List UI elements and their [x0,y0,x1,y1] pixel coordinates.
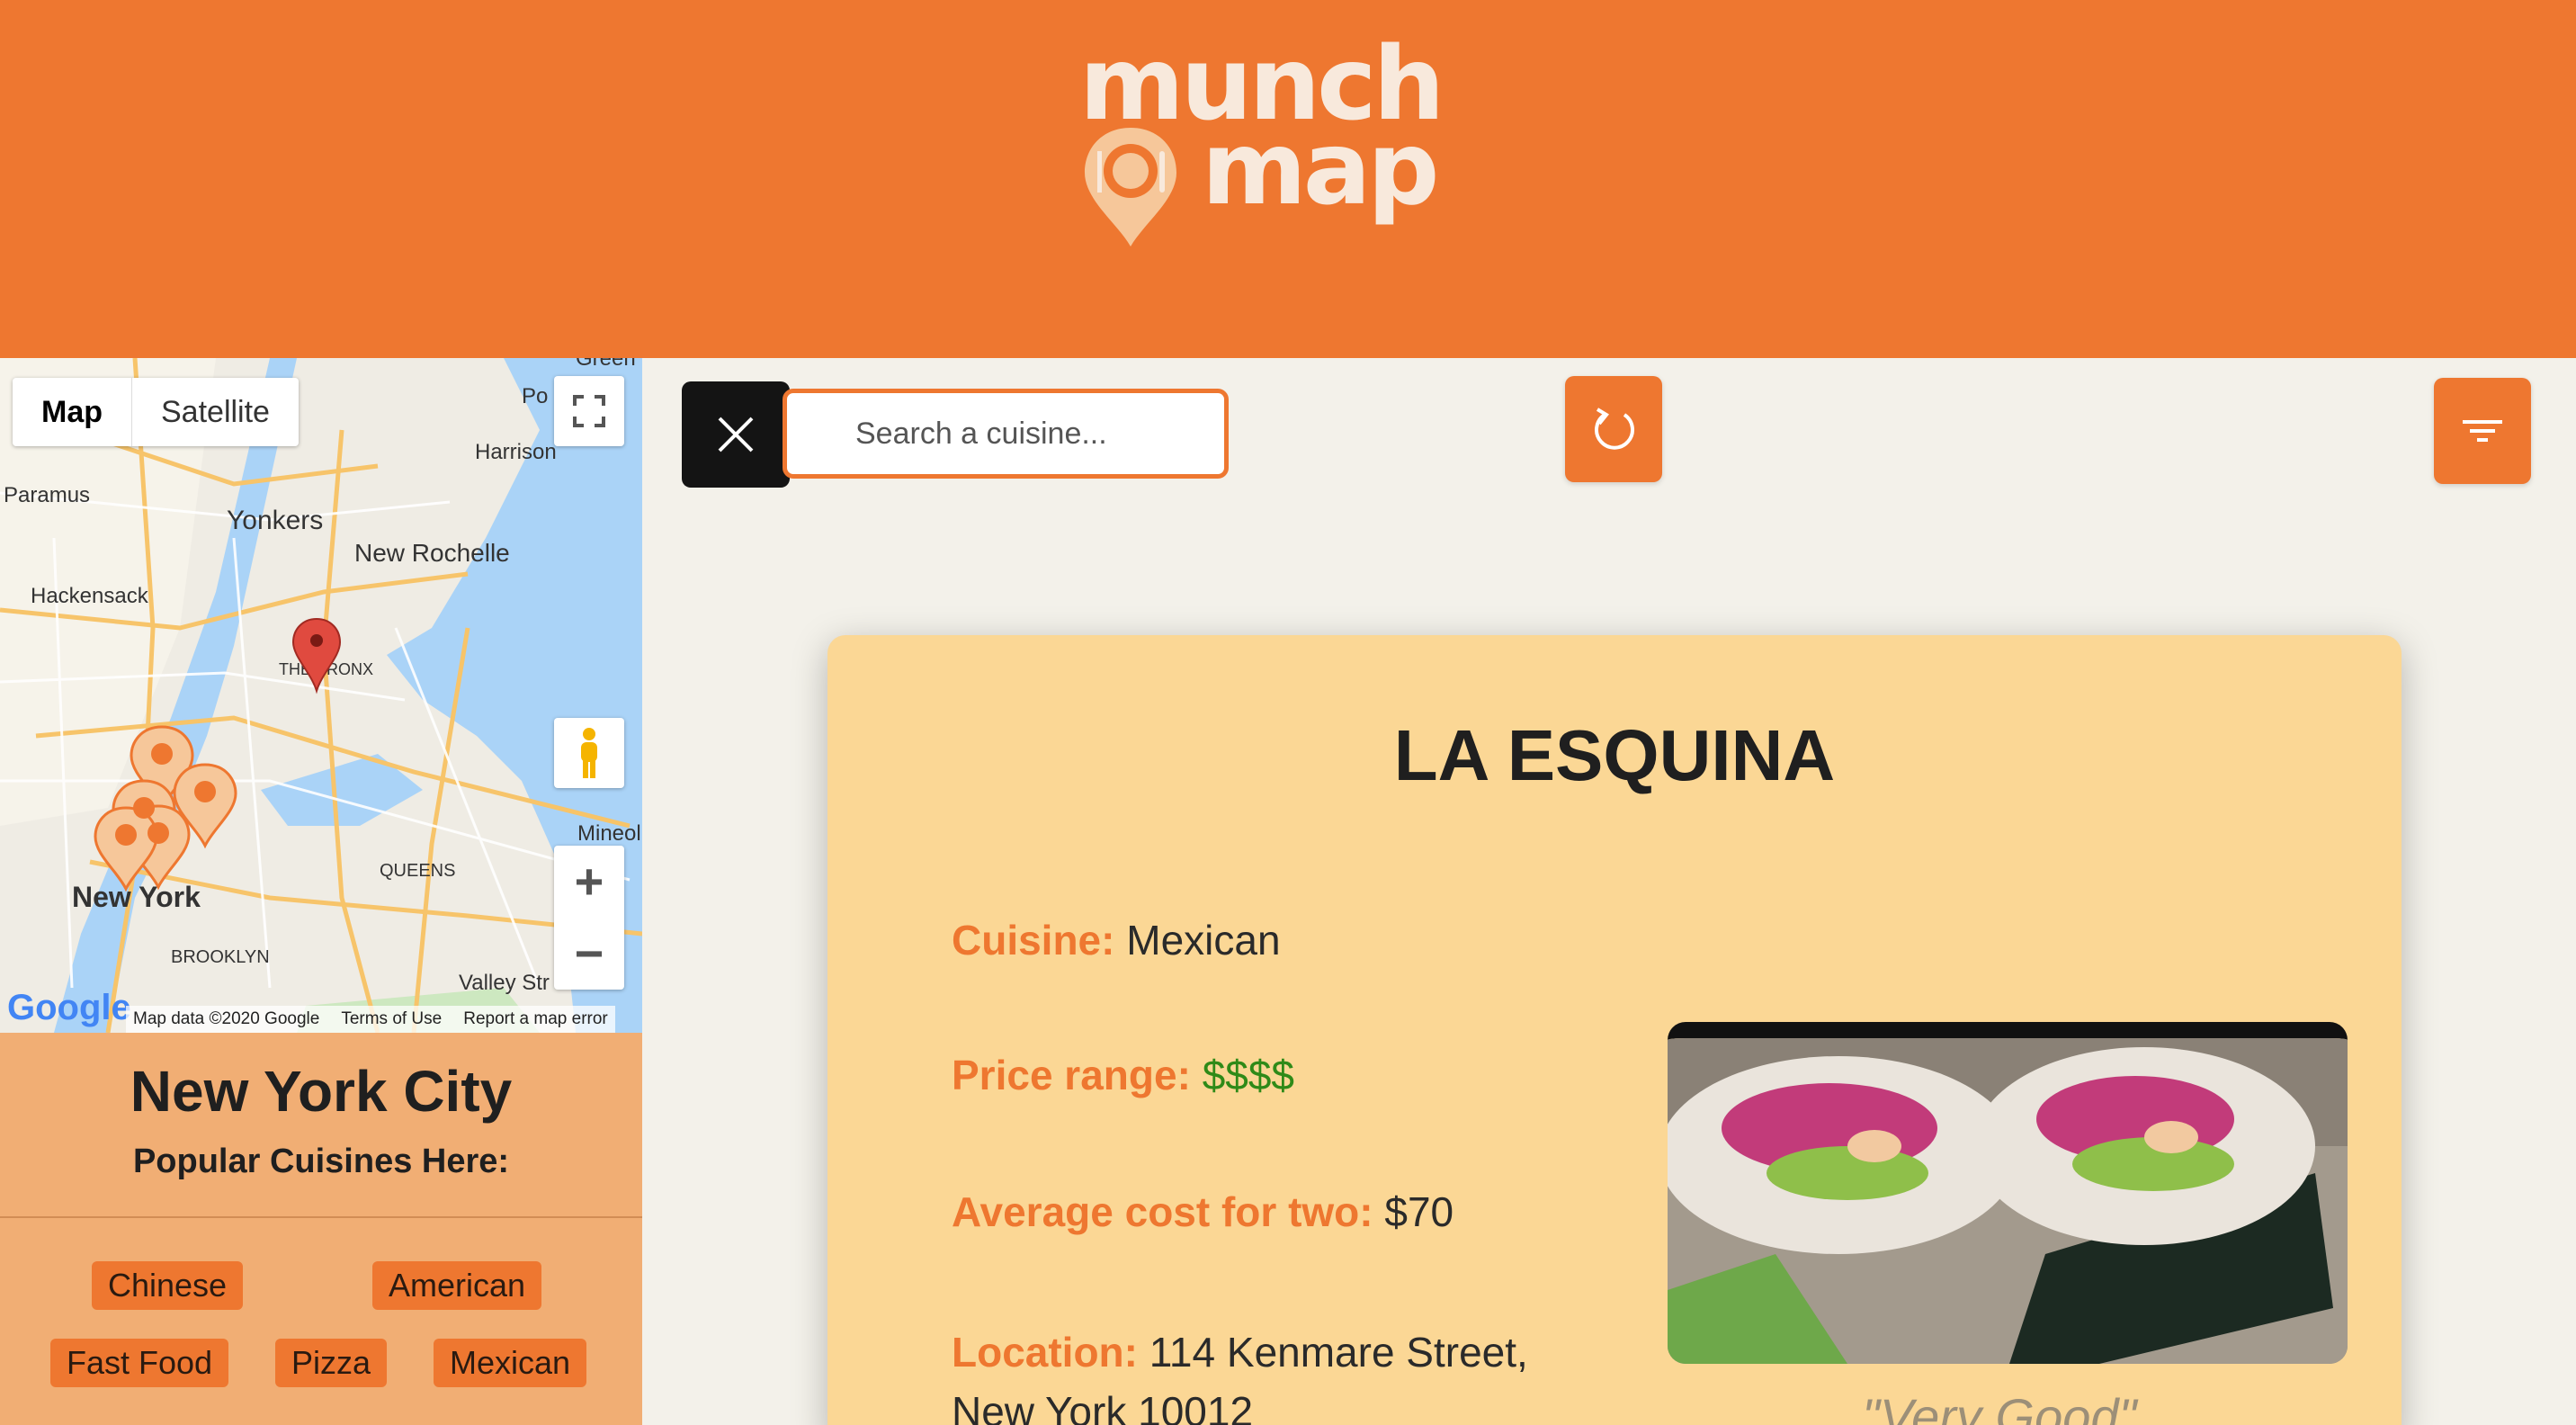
map-attribution: Map data ©2020 Google Terms of Use Repor… [126,1006,615,1033]
cuisine-label: Cuisine: [952,917,1115,963]
pegman-icon [581,728,597,778]
close-button[interactable] [682,381,790,488]
close-icon [718,417,754,453]
filter-button[interactable] [2434,378,2531,484]
map-data-credit: Map data ©2020 Google [133,1009,320,1028]
terms-of-use-link[interactable]: Terms of Use [341,1009,442,1029]
sidebar: Yonkers New Rochelle Paramus Hackensack … [0,358,642,1425]
zoom-out-button[interactable]: − [575,918,604,990]
map-label-harrison: Harrison [475,440,557,464]
map-label-yonkers: Yonkers [227,506,323,535]
average-cost-field: Average cost for two: $70 [952,1188,1453,1236]
location-label: Location: [952,1329,1138,1376]
price-range-label: Price range: [952,1052,1191,1098]
map-label-port: Po [522,384,548,408]
tacos-photo [1668,1038,2348,1364]
map-label-queens: QUEENS [380,861,455,881]
map-label-new-rochelle: New Rochelle [354,539,510,567]
cuisine-tag-chinese[interactable]: Chinese [92,1261,244,1310]
google-map[interactable]: Yonkers New Rochelle Paramus Hackensack … [0,358,642,1033]
refresh-icon [1595,408,1634,450]
restaurant-card: LA ESQUINA Cuisine: Mexican Price range:… [827,635,2402,1425]
map-canvas[interactable]: Yonkers New Rochelle Paramus Hackensack … [0,358,642,1033]
logo-word-map: map [1202,111,1439,228]
city-panel: New York City Popular Cuisines Here: Chi… [0,1033,642,1425]
refresh-button[interactable] [1565,376,1662,482]
average-cost-label: Average cost for two: [952,1188,1373,1235]
google-logo: Google [7,988,131,1027]
average-cost-value: $70 [1384,1188,1454,1235]
divider [0,1216,642,1218]
cuisine-field: Cuisine: Mexican [952,916,1281,964]
price-range-value: $$$$ [1202,1052,1295,1098]
fullscreen-icon [573,395,605,427]
plate-pin-icon [1085,128,1176,246]
search-field[interactable] [783,389,1229,479]
search-input[interactable] [855,393,1215,474]
cuisine-tag-fast-food[interactable]: Fast Food [50,1339,229,1387]
restaurant-name: LA ESQUINA [1393,715,1836,795]
map-label-brooklyn: BROOKLYN [171,947,270,967]
cuisine-tag-mexican[interactable]: Mexican [434,1339,587,1387]
location-field: Location: 114 Kenmare Street, New York 1… [952,1322,1528,1425]
app-header: munch map [0,0,2576,358]
popular-cuisines-heading: Popular Cuisines Here: [132,1143,510,1180]
filter-icon [2463,420,2502,442]
map-label-valley-stream: Valley Str [459,971,550,995]
map-label-new-york: New York [72,881,201,913]
map-type-map-button[interactable]: Map [13,378,132,446]
map-label-mineola: Mineol [577,821,641,846]
restaurant-photo [1668,1022,2348,1364]
location-line2: New York 10012 [952,1388,1254,1425]
munch-map-logo[interactable]: munch map [1070,34,1520,250]
city-name: New York City [130,1059,513,1124]
zoom-control: + − [554,846,624,990]
report-map-error-link[interactable]: Report a map error [463,1009,608,1029]
location-line1: 114 Kenmare Street, [1149,1329,1528,1376]
price-range-field: Price range: $$$$ [952,1051,1294,1099]
cuisine-tag-pizza[interactable]: Pizza [275,1339,388,1387]
street-view-pegman-button[interactable] [554,718,624,788]
cuisine-tag-american[interactable]: American [372,1261,542,1310]
review-quote: "Very Good" [1862,1388,2137,1425]
map-label-green: Green [576,358,636,371]
fullscreen-button[interactable] [554,376,624,446]
zoom-in-button[interactable]: + [575,846,604,918]
map-type-control: Map Satellite [13,378,299,446]
cuisine-value: Mexican [1126,917,1281,963]
map-type-satellite-button[interactable]: Satellite [132,378,299,446]
map-label-hackensack: Hackensack [31,584,149,608]
map-label-paramus: Paramus [4,483,90,507]
